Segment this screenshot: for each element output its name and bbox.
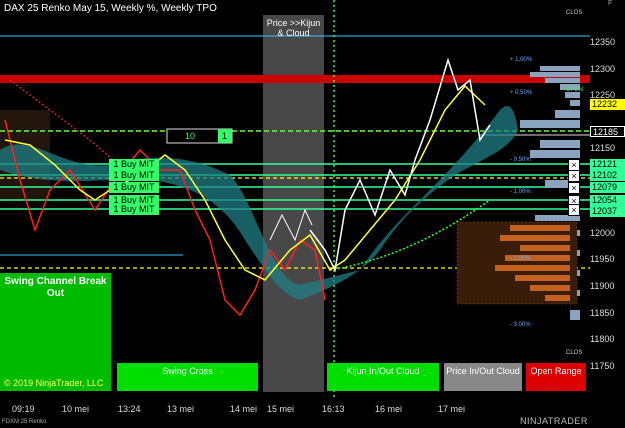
price-flag-12054: 12054	[590, 195, 625, 206]
pct-label-minus1: - 1.00%	[510, 189, 531, 195]
price-tick: 12000	[590, 228, 616, 238]
price-flag-12102: 12102	[590, 170, 625, 181]
kijun-in-out-cloud-button[interactable]: Kijun In/Out Cloud	[327, 363, 439, 391]
buy-mit-order-5[interactable]: 1 Buy MIT	[109, 204, 159, 215]
copyright-text: © 2019 NinjaTrader, LLC	[4, 378, 104, 388]
date-tick: 14 mei	[230, 404, 258, 414]
buy-mit-order-2[interactable]: 1 Buy MIT	[109, 170, 159, 181]
qty-value[interactable]: 10	[185, 131, 195, 141]
red-resistance-band	[0, 75, 590, 83]
tpo-profile-orange	[456, 221, 578, 305]
date-tick: 09:19	[12, 404, 35, 414]
pct-label-minus2: - 2.00%	[510, 256, 531, 262]
pct-label-minus3: - 3.00%	[510, 322, 531, 328]
price-tick: 11950	[590, 254, 615, 264]
price-tick: 12350	[590, 37, 616, 47]
teal-cloud	[0, 106, 518, 300]
price-tick: 11750	[590, 361, 615, 371]
close-icon[interactable]: ×	[568, 204, 580, 216]
price-flag-current: 12232	[590, 99, 625, 110]
buy-mit-order-1[interactable]: 1 Buy MIT	[109, 159, 159, 170]
close-icon[interactable]: ×	[568, 170, 580, 182]
date-tick: 13:24	[118, 404, 141, 414]
order-count: 1	[222, 131, 228, 141]
ninjatrader-logo: NINJATRADER	[520, 416, 588, 426]
price-tick: 11900	[590, 281, 615, 291]
date-tick: 16 mei	[375, 404, 403, 414]
price-flag-12079: 12079	[590, 182, 625, 193]
footer-instrument: FDXM 25 Renko	[2, 419, 47, 425]
open-label: OPEN	[566, 87, 584, 93]
price-flag-12121: 12121	[590, 159, 625, 170]
pct-label-minus05: - 0.50%	[510, 157, 531, 163]
pct-label-plus05: + 0.50%	[510, 90, 533, 96]
swing-cross-button[interactable]: Swing Cross	[117, 363, 258, 391]
price-tick: 11800	[590, 334, 615, 344]
session-band	[263, 15, 324, 392]
close-icon[interactable]: ×	[568, 182, 580, 194]
chart-title: DAX 25 Renko May 15, Weekly %, Weekly TP…	[4, 3, 217, 14]
price-tick: 11850	[590, 308, 615, 318]
buy-mit-order-3[interactable]: 1 Buy MIT	[109, 182, 159, 193]
swing-channel-break-out-button[interactable]: Swing Channel Break Out	[0, 276, 111, 300]
date-tick: 13 mei	[167, 404, 195, 414]
clos-bottom-label: CLOS	[566, 350, 583, 356]
clos-top-label: CLOS	[566, 10, 583, 16]
price-flag-12037: 12037	[590, 206, 625, 217]
date-tick: 10 mei	[62, 404, 90, 414]
date-tick: 16:13	[322, 404, 345, 414]
price-flag-12185: 12185	[590, 126, 625, 137]
date-tick: 15 mei	[267, 404, 295, 414]
yellow-line	[4, 84, 486, 281]
date-tick: 17 mei	[438, 404, 466, 414]
price-tick: 12300	[590, 64, 616, 74]
price-in-out-cloud-button[interactable]: Price In/Out Cloud	[444, 363, 522, 391]
pct-label-plus1: + 1,00%	[510, 57, 533, 63]
open-range-button[interactable]: Open Range	[526, 363, 586, 391]
price-kijun-label: Price >>Kijun & Cloud	[266, 18, 321, 38]
corner-label: F	[608, 0, 613, 7]
price-tick: 12150	[590, 143, 616, 153]
